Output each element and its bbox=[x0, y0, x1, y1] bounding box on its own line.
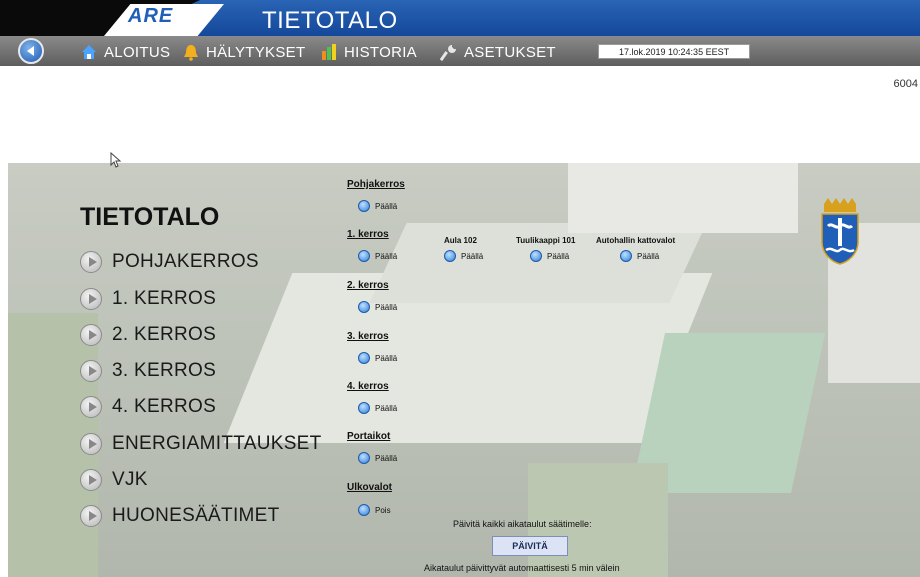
building-overview-panel: TIETOTALO POHJAKERROS 1. KERROS 2. KERRO… bbox=[8, 163, 920, 577]
home-icon bbox=[80, 43, 98, 61]
refresh-button[interactable]: PÄIVITÄ bbox=[492, 536, 568, 556]
menu-item-pohjakerros[interactable]: POHJAKERROS bbox=[80, 249, 259, 275]
menu-label: 4. KERROS bbox=[112, 396, 217, 417]
logo: ARE bbox=[128, 5, 174, 27]
status-kerros-1[interactable]: Päällä bbox=[358, 250, 397, 262]
nav-bar: ALOITUS HÄLYTYKSET HISTORIA ASETUKSET bbox=[0, 36, 920, 66]
status-on-icon bbox=[620, 250, 632, 262]
play-icon bbox=[80, 505, 102, 527]
status-aula-102[interactable]: Päällä bbox=[444, 250, 483, 262]
background-building bbox=[369, 223, 707, 303]
zone-label-aula-102: Aula 102 bbox=[444, 236, 477, 245]
status-portaikot[interactable]: Päällä bbox=[358, 452, 397, 464]
status-kerros-4[interactable]: Päällä bbox=[358, 402, 397, 414]
floor-link-kerros-2[interactable]: 2. kerros bbox=[347, 280, 389, 291]
status-text: Pois bbox=[375, 505, 391, 515]
menu-label: 2. KERROS bbox=[112, 324, 217, 345]
floor-link-kerros-1[interactable]: 1. kerros bbox=[347, 229, 389, 240]
menu-item-huonesaatimet[interactable]: HUONESÄÄTIMET bbox=[80, 503, 280, 529]
floor-link-ulkovalot[interactable]: Ulkovalot bbox=[347, 482, 392, 493]
menu-item-energiamittaukset[interactable]: ENERGIAMITTAUKSET bbox=[80, 431, 322, 457]
play-icon bbox=[80, 360, 102, 382]
status-off-icon bbox=[358, 504, 370, 516]
status-on-icon bbox=[358, 352, 370, 364]
arrow-left-icon bbox=[27, 46, 34, 56]
status-tuulikaappi-101[interactable]: Päällä bbox=[530, 250, 569, 262]
status-text: Päällä bbox=[375, 353, 398, 363]
nav-label: ALOITUS bbox=[104, 43, 171, 61]
status-text: Päällä bbox=[375, 403, 398, 413]
bar-chart-icon bbox=[320, 43, 338, 61]
play-icon bbox=[80, 288, 102, 310]
menu-item-vjk[interactable]: VJK bbox=[80, 467, 148, 493]
status-on-icon bbox=[358, 301, 370, 313]
status-kerros-3[interactable]: Päällä bbox=[358, 352, 397, 364]
menu-item-kerros-2[interactable]: 2. KERROS bbox=[80, 322, 216, 348]
page-title: TIETOTALO bbox=[80, 203, 220, 231]
nav-label: HÄLYTYKSET bbox=[206, 43, 306, 61]
floor-link-kerros-4[interactable]: 4. kerros bbox=[347, 381, 389, 392]
app-title: TIETOTALO bbox=[262, 7, 398, 34]
play-icon bbox=[80, 396, 102, 418]
nav-asetukset[interactable]: ASETUKSET bbox=[439, 42, 556, 62]
menu-label: VJK bbox=[112, 469, 148, 490]
nav-historia[interactable]: HISTORIA bbox=[320, 42, 417, 62]
menu-item-kerros-1[interactable]: 1. KERROS bbox=[80, 286, 216, 312]
status-on-icon bbox=[358, 250, 370, 262]
play-icon bbox=[80, 433, 102, 455]
status-text: Päällä bbox=[461, 251, 484, 261]
menu-item-kerros-4[interactable]: 4. KERROS bbox=[80, 394, 216, 420]
status-pohjakerros[interactable]: Päällä bbox=[358, 200, 397, 212]
floor-link-kerros-3[interactable]: 3. kerros bbox=[347, 331, 389, 342]
wrench-icon bbox=[439, 43, 458, 62]
status-text: Päällä bbox=[375, 251, 398, 261]
status-autohallin-kattovalot[interactable]: Päällä bbox=[620, 250, 659, 262]
floor-link-portaikot[interactable]: Portaikot bbox=[347, 431, 390, 442]
status-text: Päällä bbox=[375, 453, 398, 463]
mouse-cursor-icon bbox=[110, 152, 122, 168]
status-on-icon bbox=[444, 250, 456, 262]
background-building bbox=[568, 163, 798, 233]
status-text: Päällä bbox=[637, 251, 660, 261]
menu-label: 3. KERROS bbox=[112, 360, 217, 381]
status-kerros-2[interactable]: Päällä bbox=[358, 301, 397, 313]
menu-label: HUONESÄÄTIMET bbox=[112, 505, 280, 526]
zone-label-tuulikaappi-101: Tuulikaappi 101 bbox=[516, 236, 576, 245]
back-button[interactable] bbox=[18, 38, 44, 64]
menu-label: 1. KERROS bbox=[112, 288, 217, 309]
menu-item-kerros-3[interactable]: 3. KERROS bbox=[80, 358, 216, 384]
zone-label-autohallin-kattovalot: Autohallin kattovalot bbox=[596, 236, 676, 245]
nav-label: ASETUKSET bbox=[464, 43, 556, 61]
floor-link-pohjakerros[interactable]: Pohjakerros bbox=[347, 179, 405, 190]
nav-label: HISTORIA bbox=[344, 43, 417, 61]
bell-icon bbox=[182, 43, 200, 61]
status-text: Päällä bbox=[375, 302, 398, 312]
page-number: 6004 bbox=[893, 78, 918, 90]
status-on-icon bbox=[358, 200, 370, 212]
menu-label: ENERGIAMITTAUKSET bbox=[112, 433, 322, 454]
app-header: ARE TIETOTALO ALOITUS HÄLYTYKSET HISTORI… bbox=[0, 0, 920, 66]
refresh-prompt: Päivitä kaikki aikataulut säätimelle: bbox=[453, 519, 592, 529]
status-text: Päällä bbox=[375, 201, 398, 211]
play-icon bbox=[80, 324, 102, 346]
status-ulkovalot[interactable]: Pois bbox=[358, 504, 391, 516]
status-on-icon bbox=[358, 402, 370, 414]
play-icon bbox=[80, 251, 102, 273]
nav-halytykset[interactable]: HÄLYTYKSET bbox=[182, 42, 305, 62]
coat-of-arms-icon bbox=[821, 198, 859, 265]
status-on-icon bbox=[358, 452, 370, 464]
nav-aloitus[interactable]: ALOITUS bbox=[80, 42, 170, 62]
status-on-icon bbox=[530, 250, 542, 262]
play-icon bbox=[80, 469, 102, 491]
menu-label: POHJAKERROS bbox=[112, 251, 259, 272]
datetime-display: 17.lok.2019 10:24:35 EEST bbox=[598, 44, 750, 59]
status-text: Päällä bbox=[547, 251, 570, 261]
refresh-note: Aikataulut päivittyvät automaattisesti 5… bbox=[424, 563, 620, 573]
